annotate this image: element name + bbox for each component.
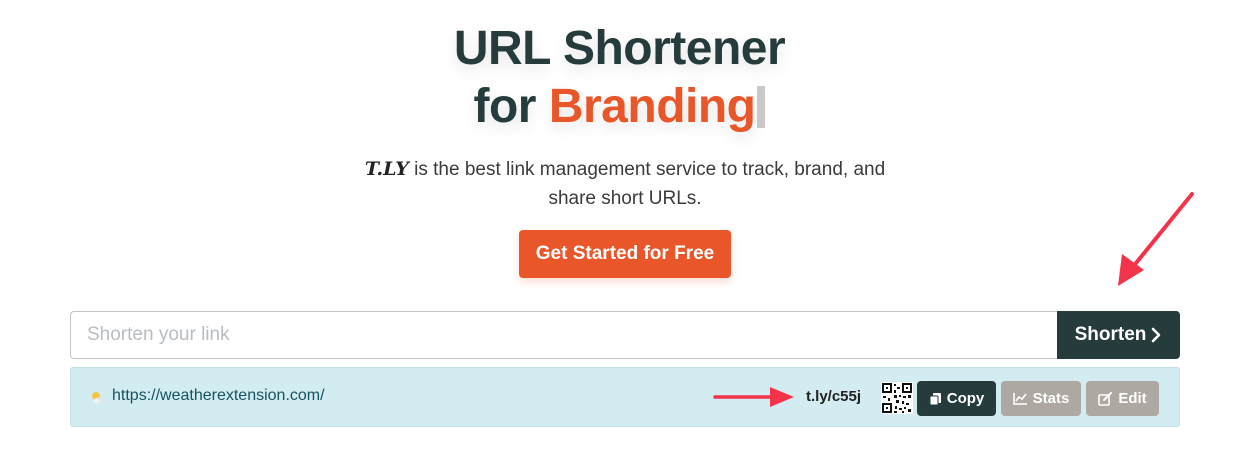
hero-title-line1: URL Shortener	[453, 22, 786, 75]
stats-button[interactable]: Stats	[1001, 381, 1081, 416]
shorten-button[interactable]: Shorten	[1057, 311, 1180, 359]
edit-button[interactable]: Edit	[1086, 381, 1159, 416]
short-url[interactable]: t.ly/c55j	[806, 388, 861, 405]
chevron-right-icon	[1152, 327, 1161, 343]
annotation-arrow-to-shorten-button	[1118, 192, 1194, 286]
copy-icon	[929, 392, 941, 405]
stats-button-label: Stats	[1032, 390, 1070, 407]
edit-button-label: Edit	[1118, 390, 1147, 407]
hero-title-accent: Branding	[548, 80, 756, 133]
shortened-link-row: https://weatherextension.com/ t.ly/c55j …	[70, 367, 1180, 427]
typing-cursor	[757, 86, 766, 128]
hero-title: URL Shortener for Branding	[0, 20, 1239, 136]
brand-name: T.LY	[364, 158, 409, 180]
hero-title-prefix: for	[473, 80, 549, 133]
qr-code-icon[interactable]	[881, 382, 913, 414]
shorten-form: Shorten	[70, 311, 1180, 359]
weather-favicon-icon	[92, 392, 105, 404]
annotation-arrow-to-short-url	[713, 387, 794, 407]
hero-subtitle: T.LY is the best link management service…	[340, 155, 910, 213]
subtitle-line2: share short URLs.	[548, 188, 702, 209]
shorten-url-input[interactable]	[70, 311, 1057, 359]
copy-button[interactable]: Copy	[917, 381, 996, 416]
get-started-button[interactable]: Get Started for Free	[519, 230, 731, 278]
edit-icon	[1098, 391, 1113, 406]
subtitle-line1: is the best link management service to t…	[408, 159, 886, 180]
copy-button-label: Copy	[946, 390, 985, 407]
line-chart-icon	[1012, 393, 1027, 405]
original-url-link[interactable]: https://weatherextension.com/	[112, 387, 325, 405]
hero-title-line2: for Branding	[0, 78, 1239, 136]
shorten-button-label: Shorten	[1074, 324, 1147, 345]
